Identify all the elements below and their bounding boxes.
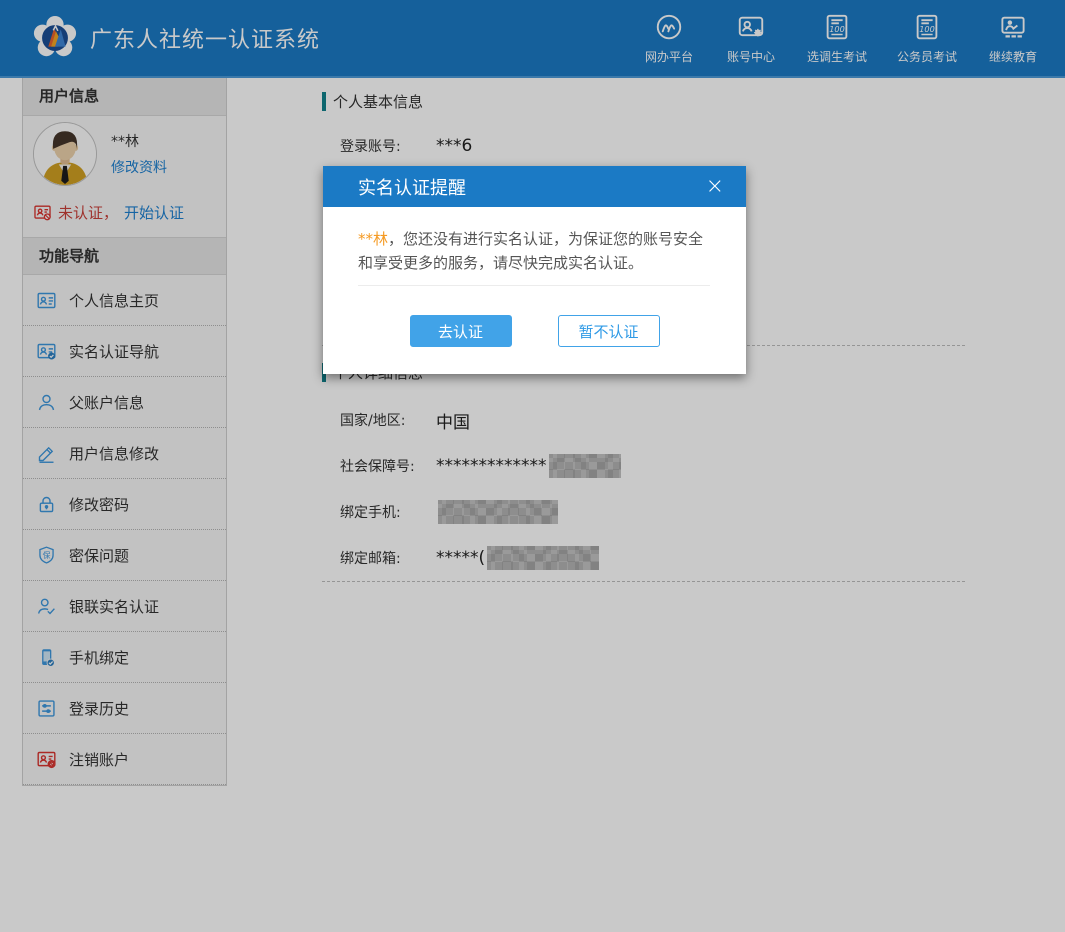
highlighted-user-name: **林 — [358, 230, 388, 248]
go-authenticate-button[interactable]: 去认证 — [410, 315, 512, 347]
modal-backdrop — [0, 0, 1065, 932]
not-now-button[interactable]: 暂不认证 — [558, 315, 660, 347]
dialog-message: **林，您还没有进行实名认证，为保证您的账号安全和享受更多的服务，请尽快完成实名… — [323, 207, 746, 298]
realname-auth-reminder-dialog: 实名认证提醒 × **林，您还没有进行实名认证，为保证您的账号安全和享受更多的服… — [323, 166, 746, 374]
dialog-message-text: ，您还没有进行实名认证，为保证您的账号安全和享受更多的服务，请尽快完成实名认证。 — [358, 230, 703, 272]
dialog-header: 实名认证提醒 × — [323, 166, 746, 207]
close-icon[interactable]: × — [702, 174, 728, 200]
dialog-actions: 去认证 暂不认证 — [323, 298, 746, 374]
dialog-title: 实名认证提醒 — [358, 174, 702, 200]
dialog-divider — [358, 285, 710, 286]
